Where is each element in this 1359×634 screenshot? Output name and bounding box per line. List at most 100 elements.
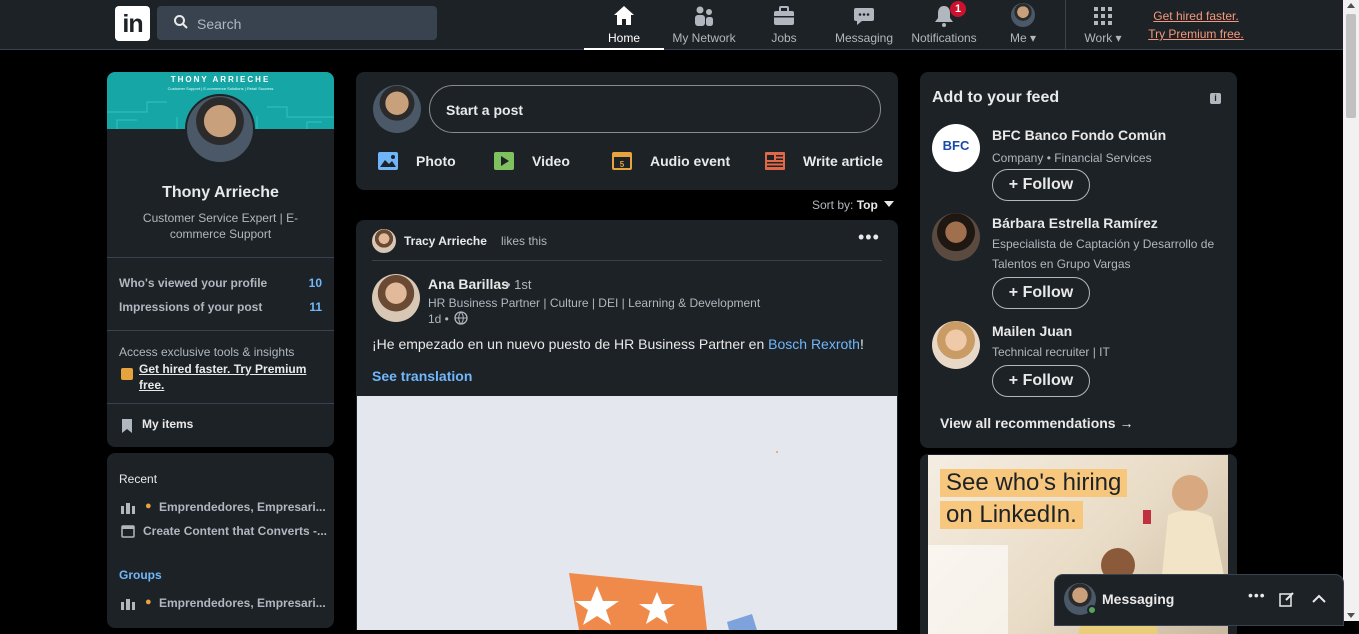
nav-me-label-row: Me ▾ — [990, 31, 1056, 45]
compose-icon[interactable] — [1279, 591, 1295, 607]
audio-event-button[interactable]: 5 Audio event — [612, 150, 752, 174]
nav-divider — [1065, 0, 1066, 50]
nav-me[interactable]: Me ▾ — [990, 0, 1056, 50]
follow-button[interactable]: + Follow — [992, 169, 1090, 201]
notification-badge: 1 — [950, 1, 966, 17]
event-icon — [121, 525, 135, 538]
start-post-input[interactable]: Start a post — [429, 85, 881, 133]
nav-jobs-label: Jobs — [771, 31, 797, 45]
video-label: Video — [532, 153, 570, 169]
company-logo-text: BFC — [942, 138, 970, 153]
scroll-thumb[interactable] — [1346, 14, 1356, 118]
write-article-button[interactable]: Write article — [765, 150, 895, 174]
recommendation-description: Technical recruiter | IT — [992, 345, 1110, 359]
recommendation-name[interactable]: Mailen Juan — [992, 323, 1072, 339]
search-icon — [174, 15, 188, 29]
premium-upsell-line2: Try Premium free. — [1148, 27, 1244, 41]
start-post-placeholder: Start a post — [446, 102, 524, 118]
groups-title-link[interactable]: Groups — [119, 568, 162, 582]
photo-button[interactable]: Photo — [378, 150, 478, 174]
lightbulb-icon: ● — [145, 596, 152, 608]
author-avatar[interactable] — [372, 274, 420, 322]
divider — [107, 330, 334, 331]
nav-notifications-label: Notifications — [911, 31, 977, 45]
nav-notifications[interactable]: 1 Notifications — [904, 0, 984, 50]
see-translation-button[interactable]: See translation — [372, 368, 472, 384]
plus-icon: + — [1008, 284, 1019, 301]
view-all-recommendations-link[interactable]: View all recommendations → — [940, 415, 1133, 431]
nav-me-label: Me — [1009, 31, 1027, 45]
info-icon[interactable]: i — [1210, 93, 1221, 104]
recommendation-name[interactable]: BFC Banco Fondo Común — [992, 127, 1166, 143]
social-context: Tracy Arrieche likes this — [372, 229, 842, 253]
recent-item[interactable]: ● Emprendedores, Empresari... — [119, 499, 326, 517]
liker-name[interactable]: Tracy Arrieche — [404, 234, 487, 248]
more-options-icon[interactable]: ••• — [1248, 587, 1266, 603]
recent-item[interactable]: Create Content that Converts -... — [119, 523, 328, 541]
sort-value: Top — [856, 198, 878, 212]
group-item[interactable]: ● Emprendedores, Empresari... — [119, 595, 326, 613]
premium-promo-text: Access exclusive tools & insights — [119, 345, 295, 359]
scroll-up-arrow-icon[interactable] — [1347, 3, 1355, 8]
my-items-label: My items — [142, 417, 194, 431]
post-impressions-count: 11 — [309, 300, 322, 314]
feed-post: Tracy Arrieche likes this ••• Ana Barill… — [356, 220, 898, 630]
page-scrollbar[interactable] — [1343, 0, 1359, 621]
profile-photo[interactable] — [185, 94, 255, 164]
banner-title: THONY ARRIECHE — [170, 75, 271, 84]
banner-subtitle: Customer Support | E-commerce Solutions … — [167, 86, 274, 91]
follow-button[interactable]: + Follow — [992, 365, 1090, 397]
chevron-up-icon[interactable] — [1311, 591, 1327, 607]
scroll-down-arrow-icon[interactable] — [1347, 613, 1355, 618]
svg-text:5: 5 — [620, 160, 625, 169]
company-logo[interactable]: BFC — [932, 124, 980, 172]
premium-promo-link[interactable]: Get hired faster. Try Premium free. — [139, 361, 309, 393]
sort-dropdown[interactable]: Sort by: Top — [812, 198, 898, 214]
follow-button[interactable]: + Follow — [992, 277, 1090, 309]
chat-icon — [854, 8, 874, 25]
connection-degree: • 1st — [506, 277, 532, 292]
video-icon — [494, 152, 514, 170]
chevron-down-icon: ▾ — [1115, 31, 1122, 45]
post-time: 1d • — [428, 312, 449, 326]
nav-home[interactable]: Home — [584, 0, 664, 50]
top-navigation-bar: in Search Home My Network Jobs Messaging… — [0, 0, 1343, 50]
profile-name[interactable]: Thony Arrieche — [107, 184, 334, 202]
nav-my-network[interactable]: My Network — [664, 0, 744, 50]
linkedin-logo[interactable]: in — [115, 6, 150, 41]
recommendation-avatar[interactable] — [932, 321, 980, 369]
post-composer: Start a post Photo Video 5 Audio event W… — [356, 72, 898, 190]
composer-avatar[interactable] — [373, 85, 421, 133]
briefcase-icon — [774, 6, 794, 25]
recent-item-label: Create Content that Converts -... — [143, 524, 328, 538]
post-text-end: ! — [859, 336, 864, 352]
divider — [107, 403, 334, 404]
nav-jobs[interactable]: Jobs — [744, 0, 824, 50]
author-headline: HR Business Partner | Culture | DEI | Le… — [428, 296, 761, 310]
nav-my-network-label: My Network — [672, 31, 736, 45]
video-button[interactable]: Video — [494, 150, 594, 174]
online-status-dot — [1087, 605, 1097, 615]
search-placeholder: Search — [197, 16, 242, 32]
recommendation-name[interactable]: Bárbara Estrella Ramírez — [992, 215, 1158, 231]
recommendation-description: Company • Financial Services — [992, 151, 1152, 165]
caret-down-icon — [884, 201, 894, 207]
premium-upsell-link[interactable]: Get hired faster. Try Premium free. — [1140, 7, 1252, 43]
follow-label: Follow — [1022, 284, 1074, 301]
post-image[interactable] — [357, 396, 897, 630]
sort-label: Sort by: — [812, 198, 854, 212]
more-options-icon[interactable]: ••• — [858, 228, 882, 248]
company-link[interactable]: Bosch Rexroth — [768, 336, 860, 352]
liker-avatar[interactable] — [372, 229, 396, 253]
messaging-overlay[interactable]: Messaging ••• — [1055, 575, 1343, 625]
recommendation-avatar[interactable] — [932, 213, 980, 261]
feed-card-title: Add to your feed — [932, 89, 1060, 106]
nav-messaging[interactable]: Messaging — [824, 0, 904, 50]
author-name[interactable]: Ana Barillas — [428, 276, 509, 292]
divider — [107, 257, 334, 258]
post-text: ¡He empezado en un nuevo puesto de HR Bu… — [372, 336, 882, 352]
nav-work[interactable]: Work ▾ — [1072, 0, 1134, 50]
search-input[interactable]: Search — [157, 6, 437, 40]
network-icon — [695, 6, 713, 26]
lightbulb-icon: ● — [145, 500, 152, 512]
